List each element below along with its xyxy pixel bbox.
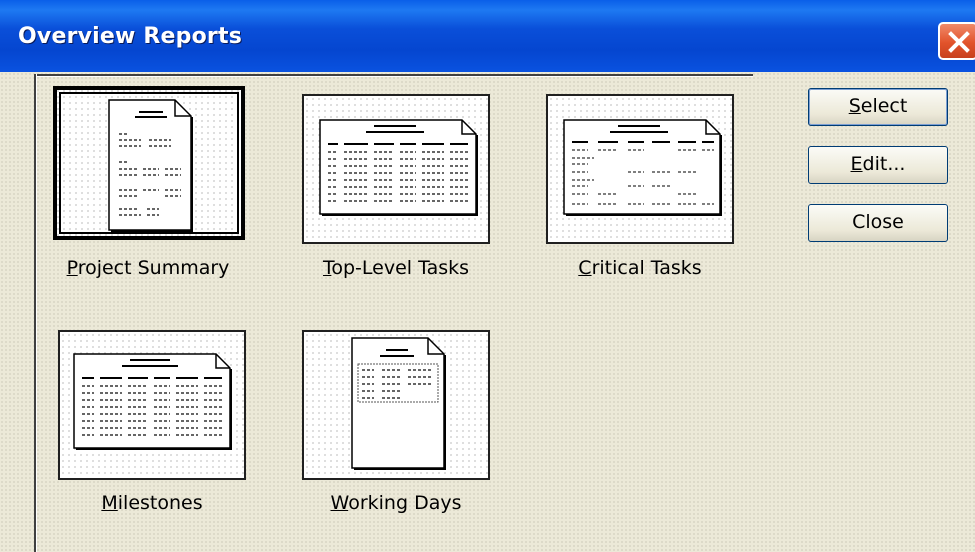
- overview-reports-dialog: Overview Reports Project Summary Top-Lev…: [0, 0, 975, 552]
- report-thumb-working-days[interactable]: [302, 330, 490, 480]
- title-bar[interactable]: Overview Reports: [0, 0, 975, 72]
- report-label-working-days[interactable]: Working Days: [276, 492, 516, 514]
- close-button[interactable]: Close: [808, 204, 948, 242]
- report-page-icon: [73, 353, 232, 450]
- report-thumb-project-summary[interactable]: [53, 86, 245, 240]
- dialog-body: Project Summary Top-Level Tasks Critical…: [0, 72, 975, 552]
- report-page-icon: [563, 119, 722, 216]
- report-page-icon: [319, 119, 478, 216]
- window-title: Overview Reports: [18, 24, 242, 49]
- report-thumb-milestones[interactable]: [58, 330, 246, 480]
- report-panel-border-left: [34, 74, 37, 552]
- close-icon: [948, 31, 970, 53]
- report-label-top-level-tasks[interactable]: Top-Level Tasks: [276, 257, 516, 279]
- report-label-project-summary[interactable]: Project Summary: [28, 257, 268, 279]
- report-thumb-critical-tasks[interactable]: [546, 94, 734, 244]
- report-label-critical-tasks[interactable]: Critical Tasks: [520, 257, 760, 279]
- select-button[interactable]: Select: [808, 88, 948, 126]
- report-thumb-top-level-tasks[interactable]: [302, 94, 490, 244]
- report-label-milestones[interactable]: Milestones: [32, 492, 272, 514]
- edit-button[interactable]: Edit...: [808, 146, 948, 184]
- report-panel-border-top: [34, 74, 753, 77]
- window-close-button[interactable]: [938, 22, 975, 60]
- report-page-icon: [108, 99, 193, 232]
- report-page-icon: [351, 337, 446, 470]
